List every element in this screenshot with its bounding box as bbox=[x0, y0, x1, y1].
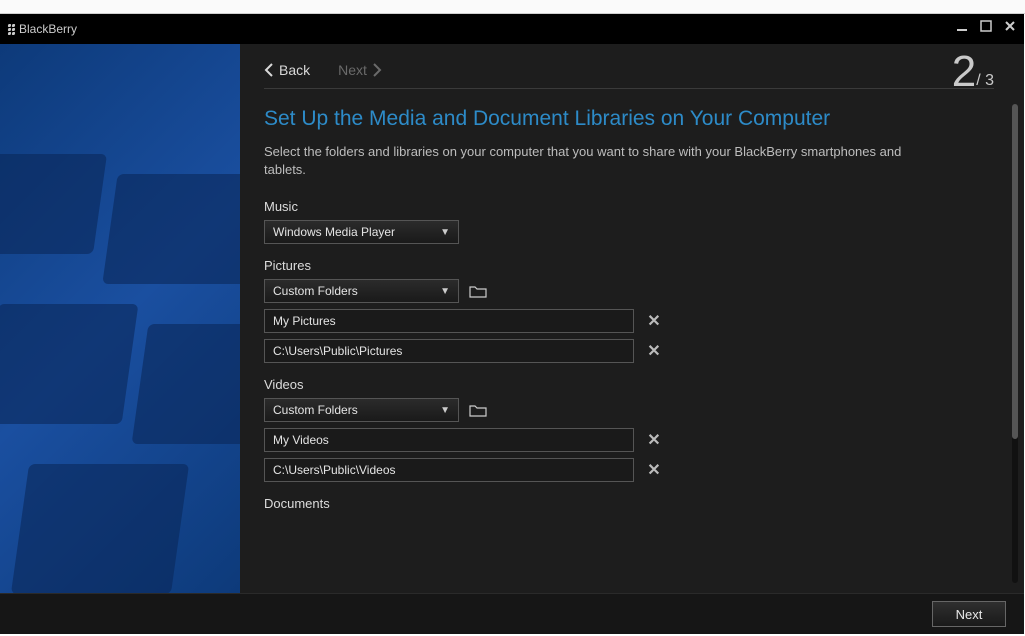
chevron-down-icon: ▼ bbox=[440, 227, 450, 238]
videos-path-2[interactable]: C:\Users\Public\Videos bbox=[264, 458, 634, 482]
step-current: 2 bbox=[952, 47, 976, 96]
music-label: Music bbox=[264, 199, 994, 214]
content-row: Back Next 2/ 3 Set Up the Media and Docu… bbox=[0, 44, 1024, 593]
browser-chrome-top bbox=[0, 0, 1025, 14]
main-panel: Back Next 2/ 3 Set Up the Media and Docu… bbox=[240, 44, 1024, 593]
page-title: Set Up the Media and Document Libraries … bbox=[264, 107, 994, 131]
remove-button[interactable]: ✕ bbox=[646, 430, 662, 450]
browse-folder-button[interactable] bbox=[469, 284, 487, 298]
back-label: Back bbox=[279, 62, 310, 78]
titlebar: BlackBerry bbox=[0, 14, 1024, 44]
chevron-left-icon bbox=[264, 63, 273, 77]
scroll-thumb[interactable] bbox=[1012, 104, 1018, 439]
section-videos: Videos Custom Folders ▼ My Videos ✕ C:\U… bbox=[264, 377, 994, 482]
divider bbox=[264, 88, 994, 89]
minimize-button[interactable] bbox=[954, 18, 970, 34]
remove-button[interactable]: ✕ bbox=[646, 311, 662, 331]
pictures-select-value: Custom Folders bbox=[273, 284, 358, 298]
brand-name: BlackBerry bbox=[19, 22, 77, 36]
videos-select-value: Custom Folders bbox=[273, 403, 358, 417]
wizard-nav: Back Next bbox=[264, 62, 994, 78]
remove-button[interactable]: ✕ bbox=[646, 341, 662, 361]
sidebar-art bbox=[0, 44, 240, 593]
chevron-down-icon: ▼ bbox=[440, 286, 450, 297]
path-row: My Videos ✕ bbox=[264, 428, 994, 452]
window-controls bbox=[954, 18, 1018, 34]
music-select[interactable]: Windows Media Player ▼ bbox=[264, 220, 459, 244]
close-button[interactable] bbox=[1002, 18, 1018, 34]
remove-button[interactable]: ✕ bbox=[646, 460, 662, 480]
music-select-value: Windows Media Player bbox=[273, 225, 395, 239]
next-nav-label: Next bbox=[338, 62, 367, 78]
maximize-button[interactable] bbox=[978, 18, 994, 34]
section-pictures: Pictures Custom Folders ▼ My Pictures ✕ … bbox=[264, 258, 994, 363]
scrollbar[interactable] bbox=[1012, 104, 1018, 583]
chevron-down-icon: ▼ bbox=[440, 405, 450, 416]
browse-folder-button[interactable] bbox=[469, 403, 487, 417]
pictures-path-1[interactable]: My Pictures bbox=[264, 309, 634, 333]
pictures-path-2[interactable]: C:\Users\Public\Pictures bbox=[264, 339, 634, 363]
videos-label: Videos bbox=[264, 377, 994, 392]
blackberry-logo-icon bbox=[8, 24, 15, 35]
footer-next-button[interactable]: Next bbox=[932, 601, 1006, 627]
page-intro: Select the folders and libraries on your… bbox=[264, 143, 904, 179]
videos-select[interactable]: Custom Folders ▼ bbox=[264, 398, 459, 422]
section-music: Music Windows Media Player ▼ bbox=[264, 199, 994, 244]
step-indicator: 2/ 3 bbox=[952, 50, 994, 94]
step-total: / 3 bbox=[976, 72, 994, 89]
next-nav-disabled: Next bbox=[338, 62, 382, 78]
path-row: C:\Users\Public\Pictures ✕ bbox=[264, 339, 994, 363]
back-button[interactable]: Back bbox=[264, 62, 310, 78]
documents-label: Documents bbox=[264, 496, 994, 511]
footer-next-label: Next bbox=[956, 607, 983, 622]
app-window: BlackBerry bbox=[0, 14, 1024, 634]
pictures-label: Pictures bbox=[264, 258, 994, 273]
path-row: C:\Users\Public\Videos ✕ bbox=[264, 458, 994, 482]
videos-path-1[interactable]: My Videos bbox=[264, 428, 634, 452]
brand-logo: BlackBerry bbox=[8, 22, 77, 36]
footer: Next bbox=[0, 593, 1024, 634]
pictures-select[interactable]: Custom Folders ▼ bbox=[264, 279, 459, 303]
section-documents: Documents bbox=[264, 496, 994, 511]
path-row: My Pictures ✕ bbox=[264, 309, 994, 333]
chevron-right-icon bbox=[373, 63, 382, 77]
